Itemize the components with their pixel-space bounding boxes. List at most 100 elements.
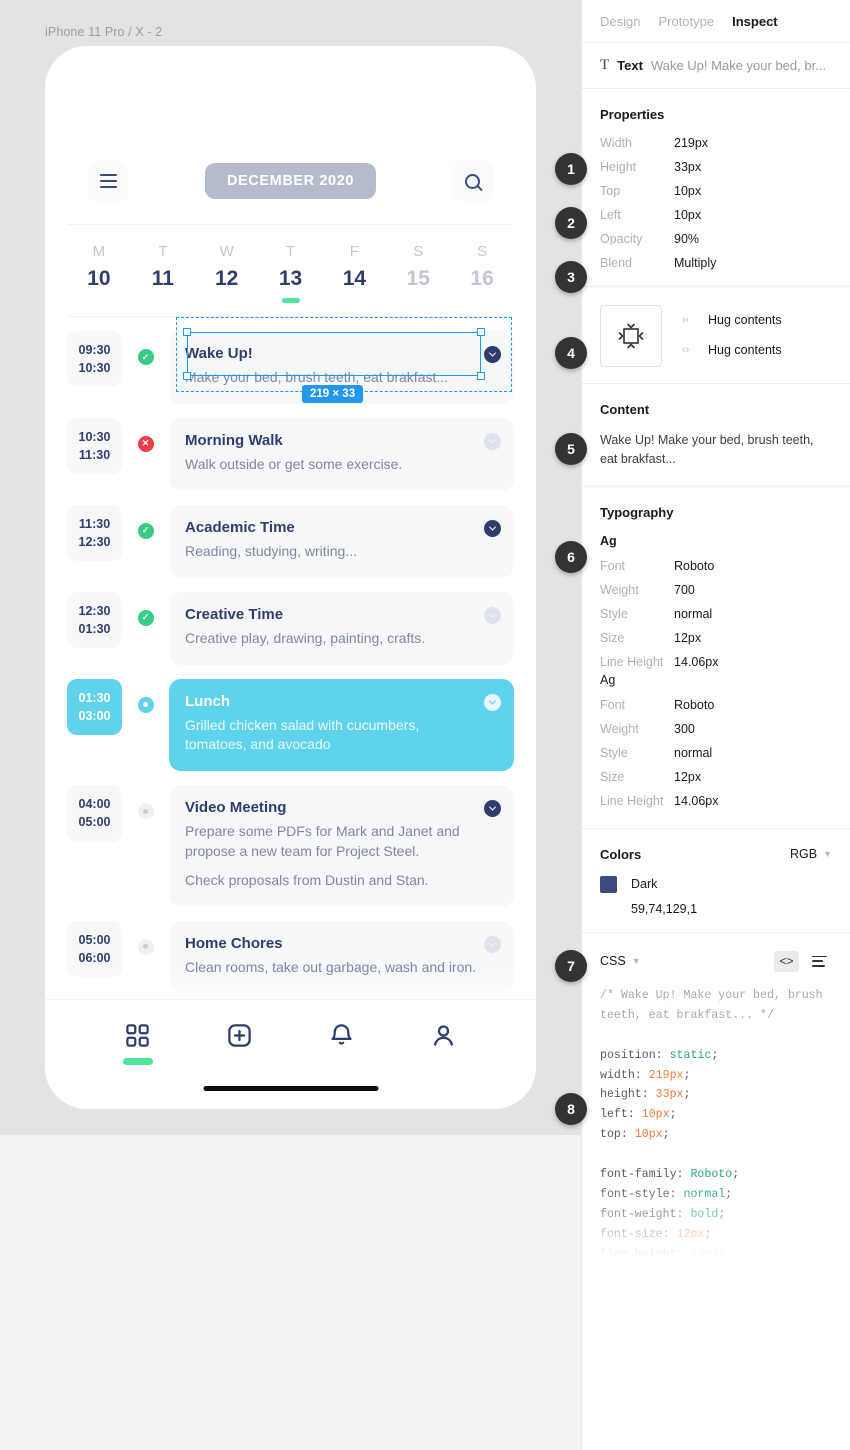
agenda-row[interactable]: 12:30 01:30 ✓ Creative Time Creative play… (67, 591, 514, 665)
property-row: Opacity 90% (600, 232, 832, 246)
week-day-10[interactable]: M 10 (67, 243, 131, 303)
month-pill[interactable]: DECEMBER 2020 (204, 163, 377, 199)
nav-item-profile[interactable] (392, 1022, 494, 1065)
typography-value[interactable]: 12px (674, 631, 701, 645)
color-value[interactable]: 59,74,129,1 (631, 902, 832, 916)
event-status-wrap (122, 785, 169, 907)
status-ok-icon[interactable]: ✓ (137, 349, 154, 365)
week-day-letter: F (349, 243, 359, 260)
property-value[interactable]: Multiply (674, 256, 716, 270)
status-ok-icon[interactable]: ✓ (137, 609, 154, 626)
vertical-resizing[interactable]: ‹› Hug contents (682, 343, 782, 357)
week-day-letter: M (92, 243, 106, 260)
color-mode-select[interactable]: RGB ▼ (790, 847, 832, 861)
typography-row: Weight 300 (600, 722, 832, 736)
constraints-icon (618, 323, 644, 349)
color-swatch[interactable] (600, 875, 617, 893)
expand-chevron-icon[interactable] (484, 606, 501, 624)
expand-chevron-icon[interactable] (484, 800, 501, 818)
nav-item-grid[interactable] (87, 1022, 189, 1065)
code-view-button[interactable]: <> (774, 950, 799, 972)
typography-value[interactable]: normal (674, 746, 712, 760)
property-value[interactable]: 33px (674, 160, 701, 174)
week-day-11[interactable]: T 11 (131, 243, 195, 303)
bottom-nav[interactable] (45, 999, 536, 1109)
status-cyan-icon[interactable] (137, 696, 154, 713)
agenda-row[interactable]: 11:30 12:30 ✓ Academic Time Reading, stud… (67, 504, 514, 578)
agenda-row[interactable]: 10:30 11:30 ✕ Morning Walk Walk outside o… (67, 417, 514, 491)
week-day-13[interactable]: T 13 (259, 243, 323, 303)
plus-square-icon (228, 1024, 251, 1047)
typography-key: Size (600, 630, 625, 645)
agenda-row[interactable]: 09:30 10:30 ✓ Wake Up! Make your bed, bru… (67, 331, 514, 404)
property-value[interactable]: 219px (674, 136, 708, 150)
content-text[interactable]: Wake Up! Make your bed, brush teeth, eat… (600, 431, 832, 470)
event-card[interactable]: Creative Time Creative play, drawing, pa… (169, 591, 514, 665)
event-card[interactable]: Video Meeting Prepare some PDFs for Mark… (169, 785, 514, 907)
agenda-list[interactable]: 09:30 10:30 ✓ Wake Up! Make your bed, bru… (45, 317, 536, 994)
typography-value[interactable]: 700 (674, 583, 695, 597)
property-value[interactable]: 10px (674, 208, 701, 222)
horizontal-resizing[interactable]: ›‹ Hug contents (682, 313, 782, 327)
step-badge-6: 6 (555, 541, 587, 573)
tab-prototype[interactable]: Prototype (658, 14, 714, 29)
week-strip[interactable]: M 10 T 11 W 12 T 13 F 14 S 15 S 16 (45, 225, 536, 303)
css-code-block[interactable]: /* Wake Up! Make your bed, brush teeth, … (582, 972, 850, 1265)
step-badge-8: 8 (555, 1093, 587, 1125)
typography-value[interactable]: Roboto (674, 698, 714, 712)
css-mode-select[interactable]: CSS ▼ (600, 954, 641, 968)
nav-item-add[interactable] (189, 1022, 291, 1065)
typography-blocks: Ag Font Roboto Weight 700 Style normal S… (600, 534, 832, 808)
event-title: Home Chores (185, 934, 283, 952)
status-idle-icon[interactable] (137, 938, 154, 955)
typography-value[interactable]: normal (674, 607, 712, 621)
typography-row: Weight 700 (600, 583, 832, 597)
list-view-button[interactable] (807, 951, 832, 972)
color-entry[interactable]: Dark 59,74,129,1 (600, 875, 832, 916)
event-card[interactable]: Wake Up! Make your bed, brush teeth, eat… (169, 331, 514, 404)
hug-horizontal-icon: ›‹ (682, 314, 690, 326)
week-day-15[interactable]: S 15 (386, 243, 450, 303)
selected-layer-row[interactable]: T Text Wake Up! Make your bed, br... (582, 43, 850, 89)
tab-inspect[interactable]: Inspect (732, 14, 778, 29)
design-canvas[interactable]: iPhone 11 Pro / X - 2 DECEMBER 2020 M 10… (0, 0, 581, 1135)
event-time: 11:30 12:30 (67, 504, 122, 561)
event-description: Make your bed, brush teeth, eat brakfast… (185, 369, 449, 385)
status-no-icon[interactable]: ✕ (137, 435, 154, 452)
expand-chevron-icon[interactable] (484, 693, 501, 711)
week-day-14[interactable]: F 14 (322, 243, 386, 303)
tab-design[interactable]: Design (600, 14, 640, 29)
week-day-16[interactable]: S 16 (450, 243, 514, 303)
status-ok-icon[interactable]: ✓ (137, 522, 154, 539)
expand-chevron-icon[interactable] (484, 432, 501, 450)
week-day-letter: S (477, 243, 488, 260)
property-value[interactable]: 10px (674, 184, 701, 198)
typography-value[interactable]: Roboto (674, 559, 714, 573)
bell-icon (331, 1024, 352, 1045)
property-value[interactable]: 90% (674, 232, 699, 246)
agenda-row[interactable]: 01:30 03:00 Lunch Grilled chicken salad w… (67, 678, 514, 772)
typography-value[interactable]: 300 (674, 722, 695, 736)
panel-tabs[interactable]: Design Prototype Inspect (582, 0, 850, 43)
event-card[interactable]: Home Chores Clean rooms, take out garbag… (169, 920, 514, 994)
event-card[interactable]: Lunch Grilled chicken salad with cucumbe… (169, 678, 514, 772)
expand-chevron-icon[interactable] (484, 346, 501, 363)
constraints-diagram[interactable] (600, 305, 662, 367)
menu-button[interactable] (87, 160, 129, 202)
expand-chevron-icon[interactable] (484, 935, 501, 953)
agenda-row[interactable]: 05:00 06:00 Home Chores Clean rooms, take… (67, 920, 514, 994)
agenda-row[interactable]: 04:00 05:00 Video Meeting Prepare some PD… (67, 785, 514, 907)
typography-value[interactable]: 14.06px (674, 794, 718, 808)
phone-frame[interactable]: DECEMBER 2020 M 10 T 11 W 12 T 13 F 14 S (45, 46, 536, 1109)
typography-value[interactable]: 12px (674, 770, 701, 784)
event-card[interactable]: Morning Walk Walk outside or get some ex… (169, 417, 514, 491)
expand-chevron-icon[interactable] (484, 519, 501, 537)
search-button[interactable] (451, 160, 494, 202)
status-idle-icon[interactable] (137, 803, 154, 820)
event-card[interactable]: Academic Time Reading, studying, writing… (169, 504, 514, 578)
nav-item-notifications[interactable] (291, 1022, 393, 1065)
week-day-12[interactable]: W 12 (195, 243, 259, 303)
typography-value[interactable]: 14.06px (674, 655, 718, 669)
frame-label[interactable]: iPhone 11 Pro / X - 2 (45, 25, 162, 39)
week-day-letter: W (219, 243, 234, 260)
